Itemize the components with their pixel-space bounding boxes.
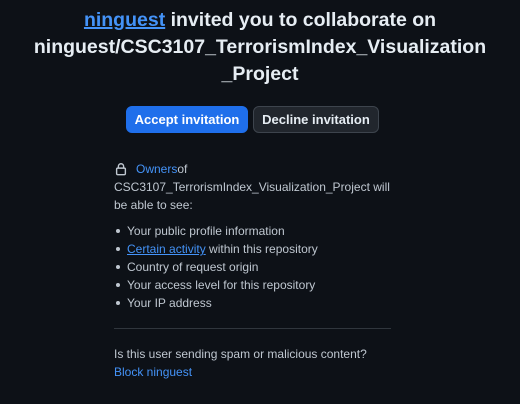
certain-activity-link[interactable]: Certain activity (127, 242, 206, 256)
decline-invitation-button[interactable]: Decline invitation (253, 106, 379, 133)
invitation-heading: ninguest invited you to collaborate on n… (30, 7, 490, 88)
lock-icon (114, 162, 128, 176)
repository-name: ninguest/CSC3107_TerrorismIndex_Visualiz… (33, 36, 487, 85)
spam-section: Is this user sending spam or malicious c… (114, 345, 367, 381)
list-item: Country of request origin (114, 258, 394, 276)
invitation-message: invited you to collaborate on (165, 9, 437, 31)
invitation-actions: Accept invitation Decline invitation (126, 106, 379, 133)
list-item: Your public profile information (114, 222, 394, 240)
able-to-see-line: be able to see: (114, 198, 193, 212)
list-item: Your access level for this repository (114, 276, 394, 294)
list-item: Certain activity within this repository (114, 240, 394, 258)
spam-question: Is this user sending spam or malicious c… (114, 347, 367, 361)
owners-of-text: of (177, 162, 188, 176)
block-user-link[interactable]: Block ninguest (114, 365, 192, 379)
list-item: Your IP address (114, 294, 394, 312)
accept-invitation-button[interactable]: Accept invitation (126, 106, 248, 133)
owners-line: Owners of (114, 160, 394, 178)
invitation-page: ninguest invited you to collaborate on n… (0, 0, 520, 404)
permissions-list: Your public profile information Certain … (114, 222, 394, 312)
divider (114, 328, 391, 329)
inviter-link[interactable]: ninguest (84, 9, 165, 31)
repo-visibility-line: CSC3107_TerrorismIndex_Visualization_Pro… (114, 180, 390, 194)
visibility-info: Owners of CSC3107_TerrorismIndex_Visuali… (114, 160, 394, 312)
owners-link[interactable]: Owners (136, 160, 177, 178)
